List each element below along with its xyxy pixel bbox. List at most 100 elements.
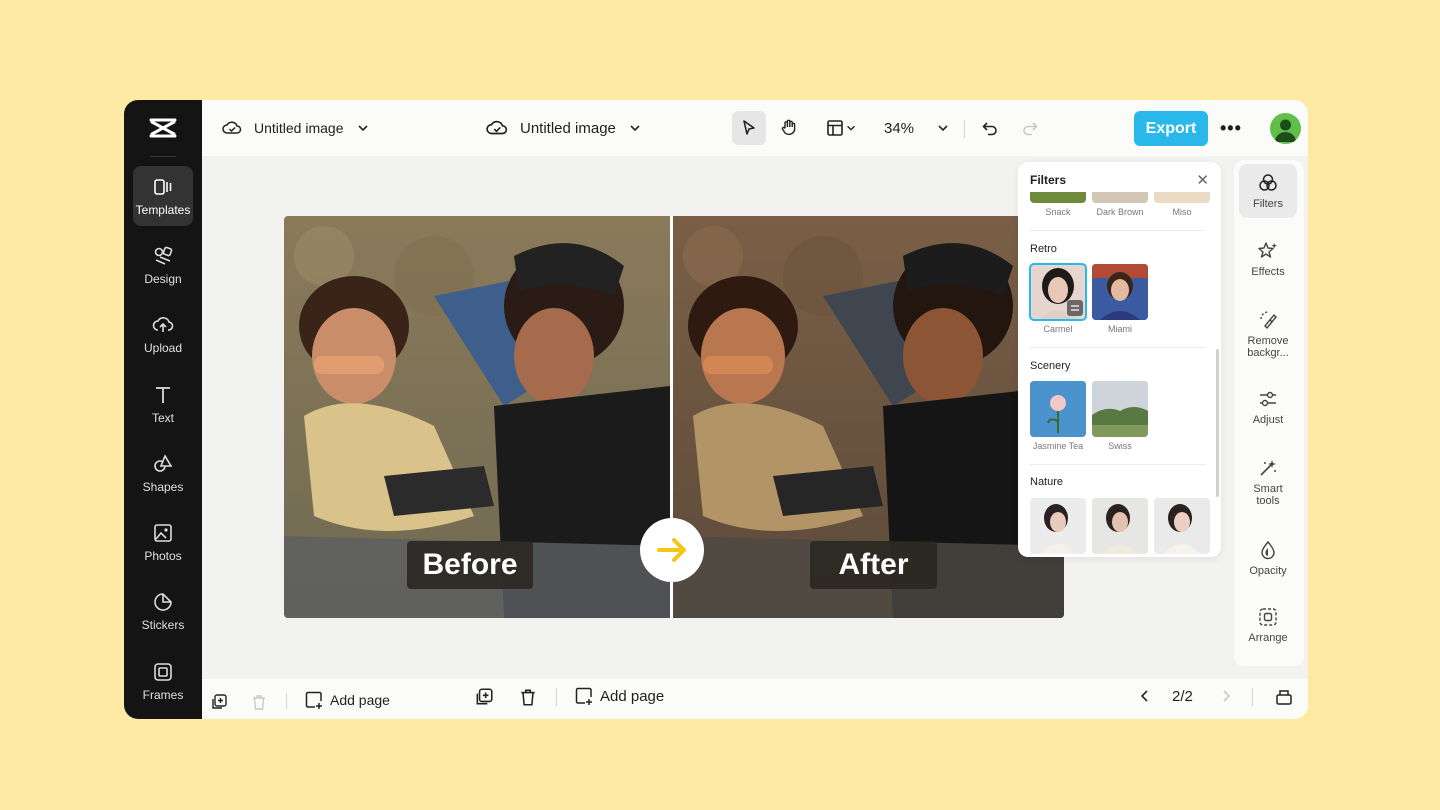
add-page-button-center[interactable]: Add page [574, 686, 664, 706]
filter-thumb-nature-2[interactable] [1092, 498, 1148, 554]
portrait-thumbnail [1092, 498, 1148, 554]
redo-button[interactable] [1013, 111, 1047, 145]
filter-thumb-nature-3[interactable] [1154, 498, 1210, 554]
sidebar-item-label: Upload [143, 340, 183, 355]
top-toolbar: Untitled image Untitled image 34% Export… [202, 100, 1308, 156]
redo-icon [1023, 122, 1038, 136]
filter-thumb-swiss[interactable] [1092, 381, 1148, 437]
tool-smart-tools[interactable]: Smart tools [1239, 457, 1297, 507]
before-label: Before [407, 541, 533, 589]
select-tool-button[interactable] [732, 111, 766, 145]
zoom-control[interactable]: 34% [884, 100, 950, 156]
avatar[interactable] [1270, 113, 1301, 144]
tool-label: Filters [1253, 198, 1283, 210]
tool-arrange[interactable]: Arrange [1239, 606, 1297, 644]
document-title-menu-center[interactable]: Untitled image [486, 100, 642, 156]
next-page-button[interactable] [1218, 688, 1234, 704]
filter-thumb-snack[interactable] [1030, 192, 1086, 203]
undo-button[interactable] [973, 111, 1007, 145]
delete-page-button-center[interactable] [518, 687, 538, 707]
close-icon[interactable]: ✕ [1196, 171, 1209, 189]
filter-thumb-miami[interactable] [1092, 264, 1148, 320]
chevron-right-icon [1223, 690, 1231, 702]
effects-icon [1258, 242, 1277, 258]
upload-icon [152, 316, 174, 332]
document-title-menu[interactable]: Untitled image [222, 100, 370, 156]
layout-tool-button[interactable] [818, 111, 864, 145]
tool-effects[interactable]: Effects [1239, 240, 1297, 278]
cursor-icon [743, 120, 755, 135]
filter-thumb-dark-brown[interactable] [1092, 192, 1148, 203]
document-title: Untitled image [520, 119, 616, 137]
bottombar-divider [286, 693, 287, 709]
arrange-icon [1259, 608, 1277, 626]
pages-panel-button[interactable] [1274, 687, 1294, 707]
editor-window: Templates Design Upload Text Shapes Phot… [124, 100, 1308, 719]
tool-remove-background[interactable]: Remove backgr... [1239, 309, 1297, 359]
previous-page-button[interactable] [1137, 688, 1153, 704]
add-page-label: Add page [600, 687, 665, 705]
trash-icon [521, 689, 535, 706]
filter-thumb-carmel[interactable] [1029, 263, 1087, 321]
filter-label: Jasmine Tea [1032, 441, 1084, 451]
sidebar-item-templates[interactable]: Templates [133, 166, 193, 226]
sidebar-item-design[interactable]: Design [133, 235, 193, 295]
filter-label: Carmel [1043, 324, 1073, 334]
filter-thumb-jasmine-tea[interactable] [1030, 381, 1086, 437]
filters-scrollbar[interactable] [1216, 349, 1219, 497]
left-sidebar: Templates Design Upload Text Shapes Phot… [124, 100, 202, 719]
sidebar-item-photos[interactable]: Photos [133, 512, 193, 572]
canvas-image[interactable]: Before After [284, 216, 1064, 618]
section-divider [1030, 230, 1206, 231]
stickers-icon [154, 592, 172, 611]
user-icon [1275, 119, 1296, 142]
tool-label: Remove backgr... [1247, 335, 1289, 359]
photos-icon [154, 523, 172, 542]
filter-section-title: Nature [1030, 476, 1064, 488]
page-indicator: 2/2 [1172, 688, 1193, 705]
sidebar-item-label: Shapes [142, 479, 184, 494]
sidebar-item-shapes[interactable]: Shapes [133, 443, 193, 503]
duplicate-page-button-center[interactable] [474, 687, 494, 707]
adjust-icon [1260, 391, 1276, 407]
text-icon [156, 386, 170, 403]
tool-label: Arrange [1248, 632, 1288, 644]
filters-panel: Filters ✕ Snack Dark Brown Miso Retro Ca… [1018, 162, 1221, 557]
design-icon [154, 246, 173, 265]
filter-thumb-nature-1[interactable] [1030, 498, 1086, 554]
duplicate-page-button[interactable] [210, 693, 228, 711]
chevron-down-icon [938, 125, 948, 132]
cloud-save-icon [222, 121, 242, 134]
sidebar-item-frames[interactable]: Frames [133, 651, 193, 711]
delete-page-button[interactable] [250, 693, 268, 711]
sidebar-item-label: Design [144, 271, 182, 286]
toolbar-divider [964, 120, 965, 138]
sidebar-item-text[interactable]: Text [133, 374, 193, 434]
right-tools-panel: Filters Effects Remove backgr... Adjust … [1234, 160, 1304, 666]
layout-icon [827, 120, 843, 136]
sidebar-item-upload[interactable]: Upload [133, 304, 193, 364]
add-page-label: Add page [330, 692, 390, 708]
flower-thumbnail [1030, 381, 1086, 437]
smart-tools-icon [1260, 460, 1276, 476]
filter-thumb-miso[interactable] [1154, 192, 1210, 203]
pages-panel-icon [1276, 690, 1292, 705]
document-title: Untitled image [254, 120, 344, 136]
app-logo-icon[interactable] [148, 116, 178, 140]
tool-opacity[interactable]: Opacity [1239, 539, 1297, 577]
sidebar-item-label: Templates [135, 202, 191, 217]
chevron-down-icon [357, 125, 368, 132]
add-page-button-left[interactable]: Add page [304, 690, 390, 710]
export-button[interactable]: Export [1134, 111, 1208, 146]
sidebar-divider [150, 156, 176, 157]
sidebar-item-label: Frames [142, 687, 184, 702]
filter-label: Swiss [1108, 441, 1132, 451]
tool-label: Effects [1251, 266, 1285, 278]
sidebar-item-stickers[interactable]: Stickers [133, 581, 193, 641]
hand-tool-button[interactable] [772, 111, 806, 145]
arrow-right-icon [657, 538, 686, 562]
sidebar-item-label: Photos [144, 548, 182, 563]
more-options-button[interactable]: ••• [1220, 118, 1242, 139]
tool-adjust[interactable]: Adjust [1239, 388, 1297, 426]
tool-filters[interactable]: Filters [1239, 164, 1297, 218]
